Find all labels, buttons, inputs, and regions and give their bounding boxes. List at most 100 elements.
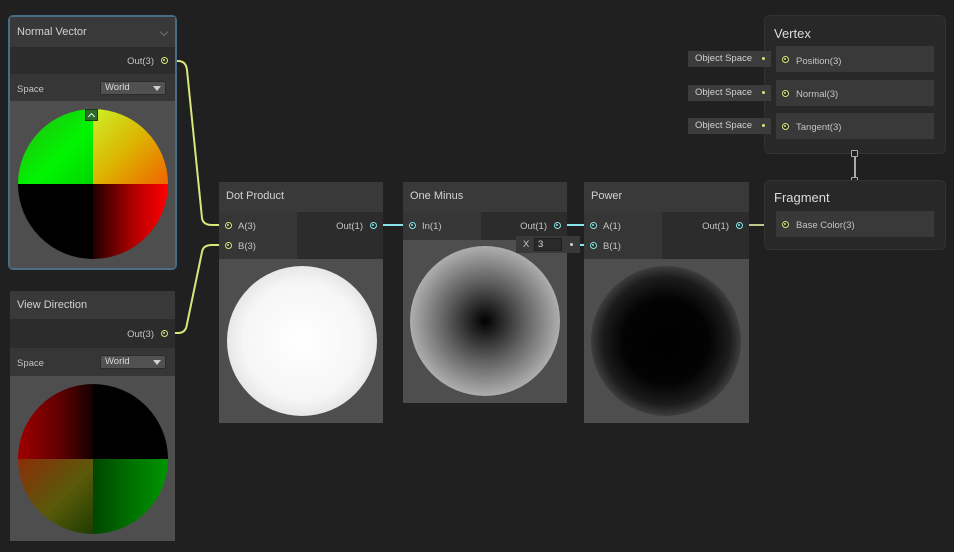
node-title[interactable]: Power [584,182,749,212]
output-label: Out(3) [127,329,154,340]
slot-label: Normal(3) [796,89,839,100]
output-label: Out(1) [520,221,547,232]
quadrant-top-right [93,109,168,184]
ports-area: A(1) B(1) Out(1) [584,212,749,259]
node-title-text: One Minus [410,190,464,202]
node-preview [403,240,567,403]
node-view-direction[interactable]: View Direction Out(3) Space World [10,291,175,541]
quadrant-top-left [18,109,93,184]
chevron-down-icon [153,360,161,365]
fragment-slot-base-color[interactable]: Base Color(3) [776,211,934,237]
output-row: Out(3) [10,319,175,348]
node-preview [219,259,383,423]
quadrant-bottom-right [93,184,168,259]
vertex-title: Vertex [774,26,811,41]
ports-area: A(3) B(3) Out(1) [219,212,383,259]
node-title[interactable]: View Direction [10,291,175,319]
position-space-field[interactable]: Object Space [688,51,771,67]
output-port-icon[interactable] [161,330,168,337]
space-dropdown-value: World [105,82,130,93]
inputs-column [219,212,297,259]
field-port-icon [762,124,765,127]
input-a-label: A(3) [238,221,256,232]
input-a-port-icon[interactable] [590,222,597,229]
input-b-port-icon[interactable] [590,242,597,249]
tangent-port-icon[interactable] [782,123,789,130]
chevron-up-icon [87,112,96,121]
node-normal-vector[interactable]: Normal Vector Out(3) Space World [8,15,177,270]
node-title-text: View Direction [17,299,88,311]
output-label: Out(3) [127,56,154,67]
node-title[interactable]: Dot Product [219,182,383,212]
quadrant-bottom-left [18,459,93,534]
preview-sphere [227,266,377,416]
input-b-label: B(3) [238,241,256,252]
output-row: Out(3) [10,47,175,74]
power-b-value-text: 3 [538,239,544,250]
outputs-column [662,212,749,259]
quadrant-bottom-left [18,184,93,259]
space-field-text: Object Space [695,53,753,64]
node-title[interactable]: Normal Vector [10,17,175,47]
node-preview [584,259,749,423]
node-title-text: Power [591,190,623,202]
quadrant-bottom-right [93,459,168,534]
position-port-icon[interactable] [782,56,789,63]
block-connector-top-handle[interactable] [851,150,858,157]
input-b-label: B(1) [603,241,621,252]
preview-sphere [591,266,741,416]
outputs-column [297,212,383,259]
node-title-text: Normal Vector [17,26,87,38]
space-label: Space [17,358,44,369]
vertex-slot-normal[interactable]: Normal(3) [776,80,934,106]
space-dropdown[interactable]: World [100,355,166,369]
inline-port-icon[interactable] [570,243,573,246]
preview-sphere [18,109,168,259]
space-field-text: Object Space [695,120,753,131]
node-power[interactable]: Power A(1) B(1) Out(1) [584,182,749,423]
slot-label: Tangent(3) [796,122,842,133]
input-port-icon[interactable] [409,222,416,229]
vertex-slot-position[interactable]: Position(3) [776,46,934,72]
output-port-icon[interactable] [554,222,561,229]
normal-space-field[interactable]: Object Space [688,85,771,101]
space-label: Space [17,84,44,95]
node-preview [10,376,175,541]
space-dropdown-value: World [105,356,130,367]
node-one-minus[interactable]: One Minus In(1) Out(1) [403,182,567,403]
space-row: Space World [10,74,175,101]
collapse-preview-button[interactable] [85,109,98,121]
node-title-text: Dot Product [226,190,285,202]
output-port-icon[interactable] [161,57,168,64]
power-b-value-input[interactable]: 3 [534,238,562,251]
quadrant-top-right [93,384,168,459]
space-dropdown[interactable]: World [100,81,166,95]
slot-label: Position(3) [796,56,842,67]
output-port-icon[interactable] [370,222,377,229]
fragment-title: Fragment [774,190,830,205]
space-row: Space World [10,348,175,376]
collapse-chevron-icon[interactable] [159,27,169,37]
node-preview [10,101,175,268]
preview-sphere [410,246,560,396]
normal-port-icon[interactable] [782,90,789,97]
quadrant-top-left [18,384,93,459]
output-label: Out(1) [702,221,729,232]
tangent-space-field[interactable]: Object Space [688,118,771,134]
vertex-slot-tangent[interactable]: Tangent(3) [776,113,934,139]
field-port-icon [762,57,765,60]
input-label: In(1) [422,221,442,232]
space-field-text: Object Space [695,87,753,98]
field-port-icon [762,91,765,94]
output-label: Out(1) [336,221,363,232]
node-title[interactable]: One Minus [403,182,567,212]
inputs-column [584,212,662,259]
inline-axis-label: X [523,239,530,250]
node-dot-product[interactable]: Dot Product A(3) B(3) Out(1) [219,182,383,423]
input-a-port-icon[interactable] [225,222,232,229]
output-port-icon[interactable] [736,222,743,229]
power-b-inline-field: X 3 [516,236,580,253]
input-b-port-icon[interactable] [225,242,232,249]
base-color-port-icon[interactable] [782,221,789,228]
slot-label: Base Color(3) [796,220,855,231]
